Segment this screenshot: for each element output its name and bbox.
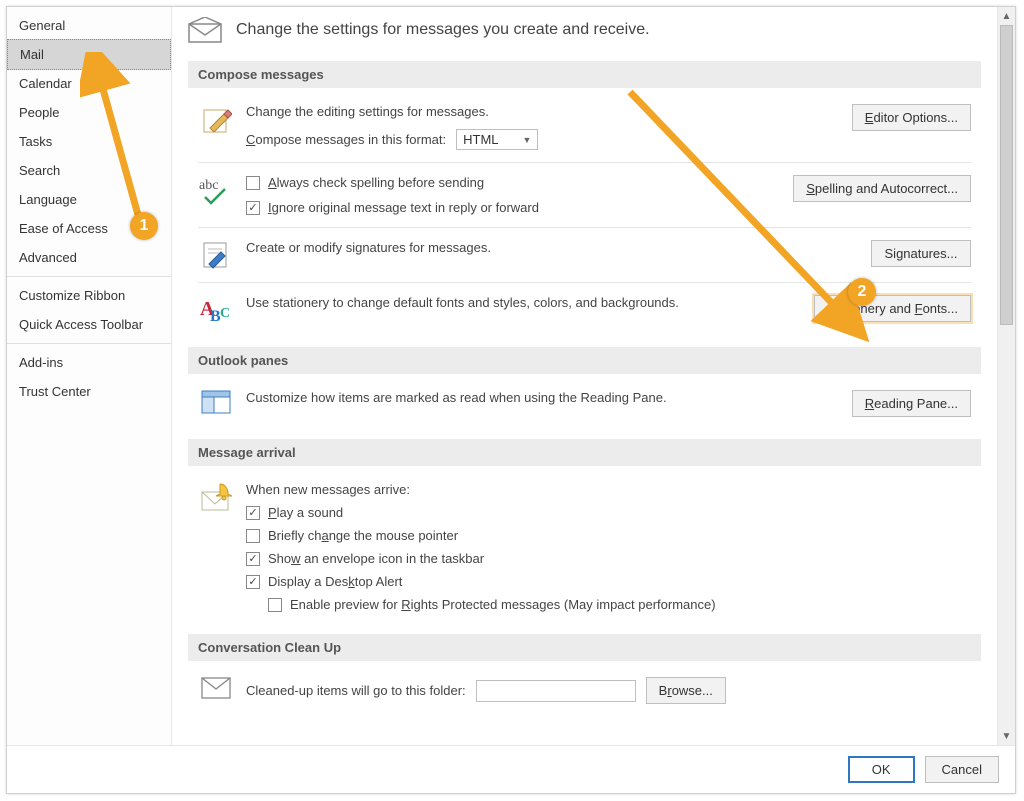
checkbox-icon: [246, 575, 260, 589]
spelling-autocorrect-button[interactable]: Spelling and Autocorrect...: [793, 175, 971, 202]
svg-text:C: C: [220, 306, 230, 321]
checkbox-label: Enable preview for Rights Protected mess…: [290, 597, 716, 612]
ok-button[interactable]: OK: [848, 756, 915, 783]
checkbox-icon: [246, 176, 260, 190]
annotation-badge-1: 1: [130, 212, 158, 240]
section-message-arrival: Message arrival: [188, 439, 981, 630]
nav-tasks[interactable]: Tasks: [7, 127, 171, 156]
stationery-fonts-button[interactable]: Stationery and Fonts...: [814, 295, 971, 322]
browse-button[interactable]: Browse...: [646, 677, 726, 704]
nav-people[interactable]: People: [7, 98, 171, 127]
checkbox-label: Briefly change the mouse pointer: [268, 528, 458, 543]
cancel-button[interactable]: Cancel: [925, 756, 999, 783]
envelope-taskbar-checkbox[interactable]: Show an envelope icon in the taskbar: [246, 551, 971, 566]
editor-options-button[interactable]: Editor Options...: [852, 104, 971, 131]
change-pointer-checkbox[interactable]: Briefly change the mouse pointer: [246, 528, 971, 543]
arrival-intro-label: When new messages arrive:: [246, 482, 971, 497]
nav-mail[interactable]: Mail: [7, 39, 171, 70]
vertical-scrollbar[interactable]: ▲ ▼: [997, 7, 1015, 745]
cleanup-folder-label: Cleaned-up items will go to this folder:: [246, 683, 466, 698]
rights-preview-checkbox[interactable]: Enable preview for Rights Protected mess…: [268, 597, 971, 612]
checkbox-icon: [246, 552, 260, 566]
dialog-body: General Mail Calendar People Tasks Searc…: [7, 7, 1015, 745]
section-conversation-cleanup: Conversation Clean Up Cl: [188, 634, 981, 704]
options-dialog: General Mail Calendar People Tasks Searc…: [6, 6, 1016, 794]
nav-advanced[interactable]: Advanced: [7, 243, 171, 272]
divider: [198, 162, 971, 163]
nav-calendar[interactable]: Calendar: [7, 69, 171, 98]
divider: [198, 227, 971, 228]
content-wrap: Change the settings for messages you cre…: [172, 7, 1015, 745]
page-title: Change the settings for messages you cre…: [236, 21, 650, 39]
play-sound-checkbox[interactable]: Play a sound: [246, 505, 971, 520]
checkbox-label: Show an envelope icon in the taskbar: [268, 551, 484, 566]
section-title: Compose messages: [188, 61, 981, 88]
nav-general[interactable]: General: [7, 11, 171, 40]
checkbox-icon: [246, 529, 260, 543]
checkbox-icon: [246, 506, 260, 520]
nav-separator: [7, 276, 171, 277]
compose-format-value: HTML: [463, 132, 498, 147]
compose-format-label: Compose messages in this format:: [246, 132, 446, 147]
nav-language[interactable]: Language: [7, 185, 171, 214]
annotation-badge-2: 2: [848, 278, 876, 306]
section-title: Outlook panes: [188, 347, 981, 374]
reading-pane-button[interactable]: Reading Pane...: [852, 390, 971, 417]
reading-pane-icon: [198, 390, 234, 414]
signatures-button[interactable]: Signatures...: [871, 240, 971, 267]
desktop-alert-checkbox[interactable]: Display a Desktop Alert: [246, 574, 971, 589]
section-outlook-panes: Outlook panes Customize: [188, 347, 981, 435]
dialog-footer: OK Cancel: [7, 745, 1015, 793]
scroll-thumb[interactable]: [1000, 25, 1013, 325]
nav-add-ins[interactable]: Add-ins: [7, 348, 171, 377]
cleanup-envelope-icon: [198, 677, 234, 699]
nav-quick-access-toolbar[interactable]: Quick Access Toolbar: [7, 310, 171, 339]
nav-search[interactable]: Search: [7, 156, 171, 185]
reading-pane-label: Customize how items are marked as read w…: [246, 390, 840, 405]
signature-icon: [198, 240, 234, 270]
nav-separator: [7, 343, 171, 344]
cleanup-folder-field[interactable]: [476, 680, 636, 702]
stationery-icon: A B C: [198, 295, 234, 325]
section-title: Conversation Clean Up: [188, 634, 981, 661]
ignore-original-checkbox[interactable]: Ignore original message text in reply or…: [246, 200, 781, 215]
compose-format-select[interactable]: HTML ▼: [456, 129, 538, 150]
section-title: Message arrival: [188, 439, 981, 466]
page-header: Change the settings for messages you cre…: [188, 17, 981, 61]
chevron-down-icon: ▼: [523, 135, 532, 145]
mail-options-panel: Change the settings for messages you cre…: [172, 7, 997, 745]
bell-mail-icon: [198, 482, 234, 512]
spellcheck-icon: abc: [198, 175, 234, 205]
compose-edit-icon: [198, 104, 234, 136]
signatures-label: Create or modify signatures for messages…: [246, 240, 859, 255]
checkbox-icon: [246, 201, 260, 215]
editing-settings-label: Change the editing settings for messages…: [246, 104, 840, 119]
always-check-spelling-checkbox[interactable]: Always check spelling before sending: [246, 175, 781, 190]
checkbox-icon: [268, 598, 282, 612]
svg-text:abc: abc: [199, 178, 218, 193]
nav-customize-ribbon[interactable]: Customize Ribbon: [7, 281, 171, 310]
envelope-icon: [188, 17, 222, 43]
category-sidebar: General Mail Calendar People Tasks Searc…: [7, 7, 172, 745]
checkbox-label: Ignore original message text in reply or…: [268, 200, 539, 215]
nav-trust-center[interactable]: Trust Center: [7, 377, 171, 406]
checkbox-label: Play a sound: [268, 505, 343, 520]
scroll-down-arrow-icon[interactable]: ▼: [998, 727, 1015, 745]
scroll-up-arrow-icon[interactable]: ▲: [998, 7, 1015, 25]
checkbox-label: Always check spelling before sending: [268, 175, 484, 190]
checkbox-label: Display a Desktop Alert: [268, 574, 402, 589]
stationery-label: Use stationery to change default fonts a…: [246, 295, 802, 310]
